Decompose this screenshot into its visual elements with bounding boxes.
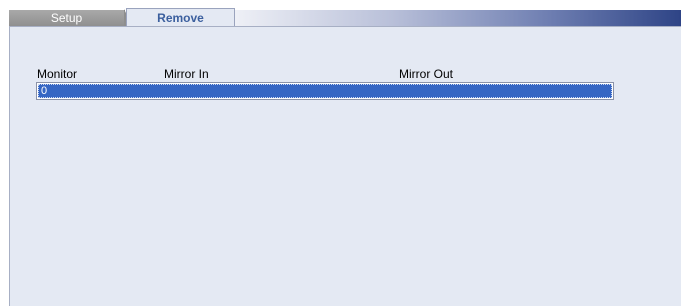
column-header-mirror-in: Mirror In [164,67,209,81]
remove-mirror-dialog: Setup Remove Monitor Mirror In Mirror Ou… [9,8,681,306]
cell-monitor: 0 [41,85,48,97]
tab-remove[interactable]: Remove [126,8,235,27]
column-header-monitor: Monitor [37,67,78,81]
tab-setup[interactable]: Setup [9,9,133,27]
tab-bar: Setup Remove [9,8,681,28]
mirror-list[interactable]: 0 [36,82,614,100]
table-row[interactable]: 0 [38,84,612,98]
remove-panel: Monitor Mirror In Mirror Out 0 [9,26,681,306]
column-header-mirror-out: Mirror Out [399,67,453,81]
